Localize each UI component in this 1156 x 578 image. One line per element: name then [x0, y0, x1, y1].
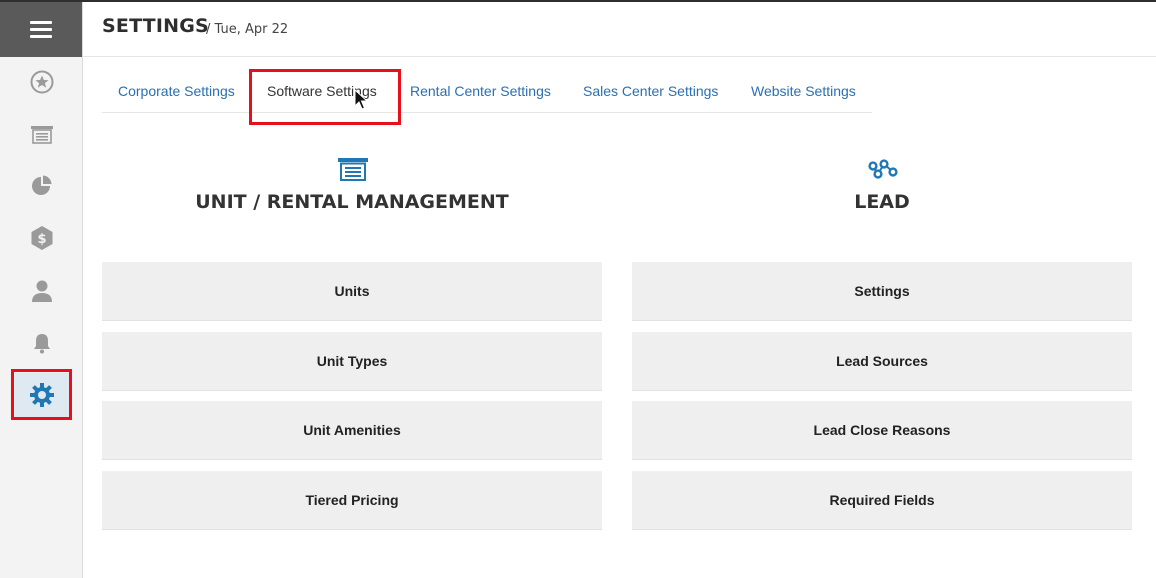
page-date: / Tue, Apr 22	[206, 22, 289, 37]
software-settings-highlight-box	[249, 69, 401, 125]
tiered-pricing-button[interactable]: Tiered Pricing	[102, 471, 602, 530]
sidebar-item-notifications[interactable]	[20, 323, 64, 363]
dollar-hexagon-icon: $	[31, 226, 53, 250]
sidebar-item-reports[interactable]	[20, 166, 64, 206]
tab-website-settings[interactable]: Website Settings	[751, 83, 856, 99]
user-icon	[32, 280, 52, 302]
sidebar-item-users[interactable]	[20, 271, 64, 311]
mouse-cursor-icon	[354, 89, 368, 110]
settings-highlight-box	[11, 369, 72, 420]
unit-amenities-button[interactable]: Unit Amenities	[102, 401, 602, 460]
lead-sources-button[interactable]: Lead Sources	[632, 332, 1132, 391]
lead-close-reasons-button[interactable]: Lead Close Reasons	[632, 401, 1132, 460]
unit-types-button[interactable]: Unit Types	[102, 332, 602, 391]
svg-text:$: $	[37, 232, 46, 247]
sidebar-item-favorites[interactable]	[20, 62, 64, 102]
lead-section-title: LEAD	[854, 191, 910, 213]
lead-network-icon	[866, 156, 900, 182]
pie-chart-icon	[32, 175, 52, 195]
unit-list-icon	[31, 126, 53, 144]
menu-toggle-button[interactable]	[0, 2, 82, 57]
required-fields-button[interactable]: Required Fields	[632, 471, 1132, 530]
bell-icon	[34, 334, 50, 354]
tab-sales-center-settings[interactable]: Sales Center Settings	[583, 83, 718, 99]
settings-tabs: Corporate Settings Software Settings Ren…	[102, 70, 872, 113]
units-button[interactable]: Units	[102, 262, 602, 321]
tab-rental-center-settings[interactable]: Rental Center Settings	[410, 83, 551, 99]
hamburger-icon	[30, 17, 52, 42]
sidebar-item-units[interactable]	[20, 114, 64, 154]
page-header: SETTINGS / Tue, Apr 22	[83, 2, 1156, 57]
lead-settings-button[interactable]: Settings	[632, 262, 1132, 321]
unit-rental-section-title: UNIT / RENTAL MANAGEMENT	[195, 191, 509, 213]
tab-corporate-settings[interactable]: Corporate Settings	[118, 83, 235, 99]
sidebar-item-billing[interactable]: $	[20, 218, 64, 258]
page-title: SETTINGS	[102, 15, 209, 37]
storage-unit-icon	[336, 156, 370, 182]
star-icon	[30, 70, 54, 94]
sidebar: $	[0, 2, 83, 578]
